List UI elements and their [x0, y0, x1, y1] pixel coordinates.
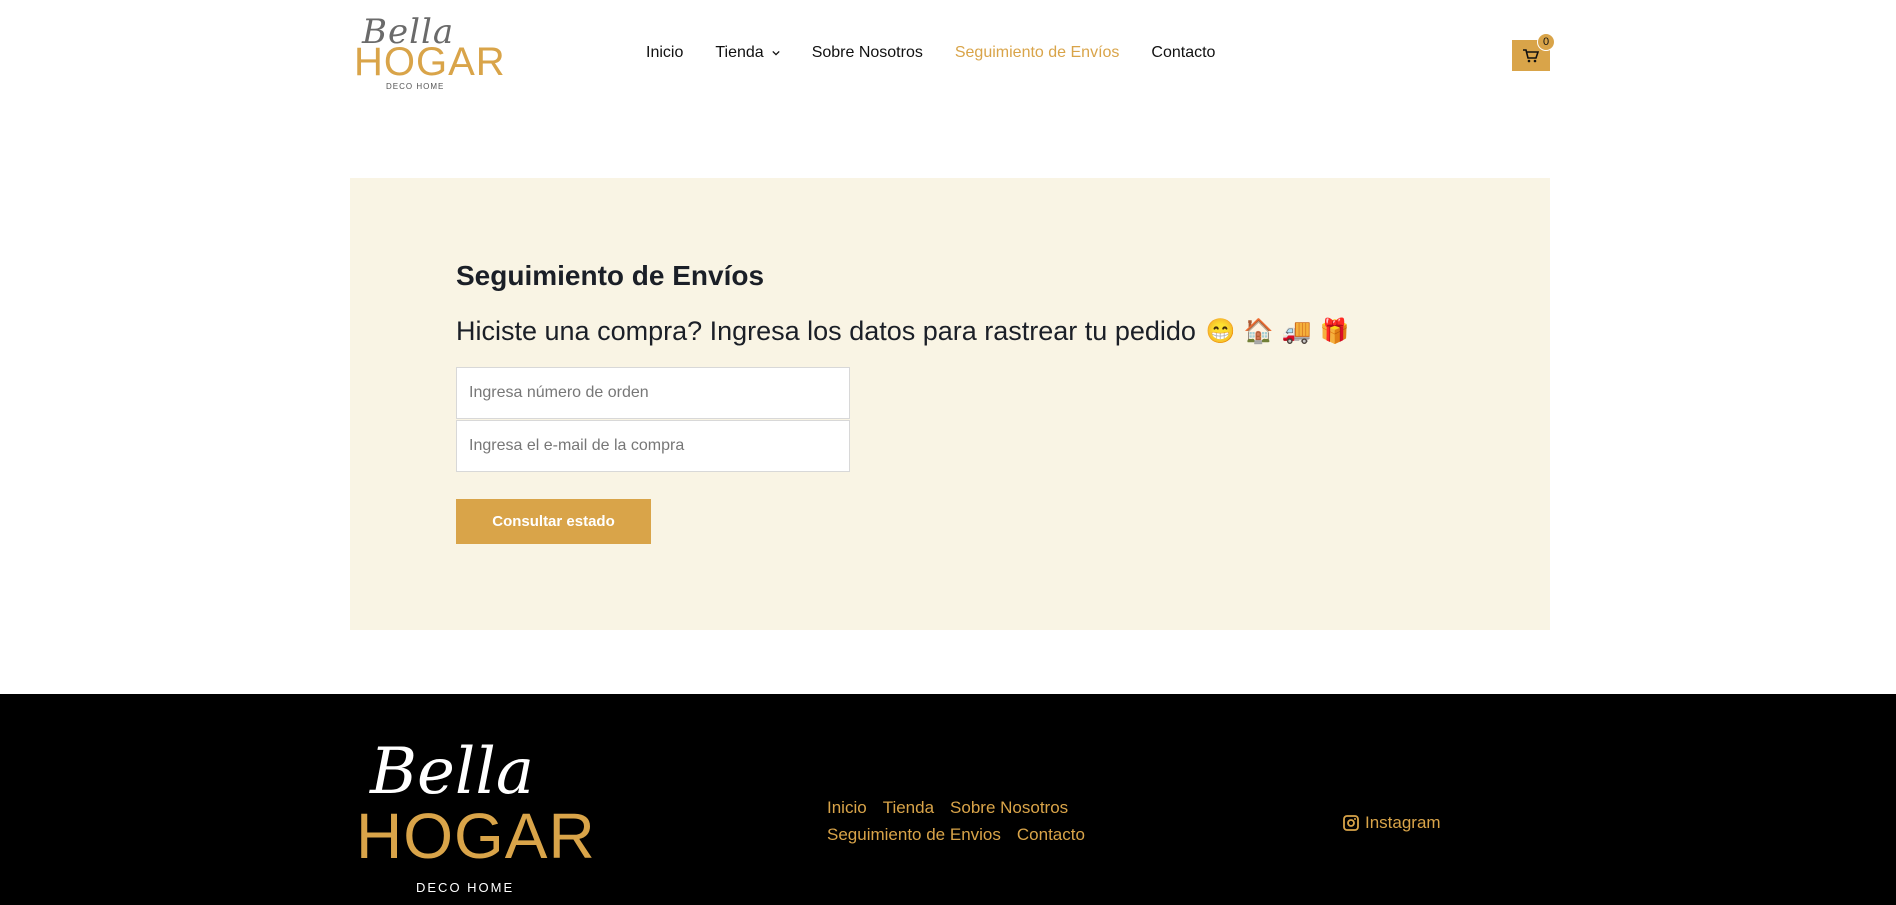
- footer-link-contacto[interactable]: Contacto: [1017, 825, 1085, 845]
- footer-link-seguimiento[interactable]: Seguimiento de Envios: [827, 825, 1001, 845]
- footer-link-sobre-nosotros[interactable]: Sobre Nosotros: [950, 798, 1068, 818]
- order-number-input[interactable]: Ingresa número de orden: [456, 367, 850, 419]
- footer-nav-row: Seguimiento de Envios Contacto: [827, 825, 1187, 845]
- emoji-group: 😁 🏠 🚚 🎁: [1206, 317, 1350, 346]
- truck-emoji-icon: 🚚: [1281, 318, 1312, 345]
- nav-inicio[interactable]: Inicio: [646, 44, 683, 62]
- instagram-label: Instagram: [1365, 813, 1441, 832]
- nav-contacto[interactable]: Contacto: [1151, 44, 1215, 62]
- chevron-down-icon: [772, 50, 780, 56]
- page-title: Seguimiento de Envíos: [456, 260, 765, 291]
- gift-emoji-icon: 🎁: [1319, 318, 1350, 345]
- footer-nav-row: Inicio Tienda Sobre Nosotros: [827, 798, 1187, 818]
- nav-tienda-label: Tienda: [715, 44, 764, 61]
- house-emoji-icon: 🏠: [1243, 318, 1274, 345]
- email-input[interactable]: Ingresa el e-mail de la compra: [456, 420, 850, 472]
- tracking-subtitle-text: Hiciste una compra? Ingresa los datos pa…: [456, 316, 1196, 346]
- logo-word: HOGAR: [354, 40, 506, 84]
- footer-link-tienda[interactable]: Tienda: [883, 798, 934, 818]
- site-header: Bella HOGAR DECO HOME Inicio Tienda Sobr…: [0, 0, 1896, 112]
- cart-icon: [1523, 48, 1539, 62]
- footer-nav: Inicio Tienda Sobre Nosotros Seguimiento…: [827, 798, 1187, 852]
- footer-link-inicio[interactable]: Inicio: [827, 798, 867, 818]
- nav-seguimiento[interactable]: Seguimiento de Envíos: [955, 44, 1120, 62]
- instagram-icon: [1343, 815, 1359, 831]
- footer-logo[interactable]: Bella HOGAR DECO HOME: [356, 740, 606, 900]
- instagram-link[interactable]: Instagram: [1343, 813, 1441, 833]
- cart-count-badge: 0: [1537, 33, 1555, 51]
- check-status-button[interactable]: Consultar estado: [456, 499, 651, 544]
- footer-logo-subtitle: DECO HOME: [416, 880, 515, 895]
- logo-subtitle: DECO HOME: [386, 82, 445, 91]
- nav-tienda[interactable]: Tienda: [715, 44, 780, 62]
- grin-emoji-icon: 😁: [1205, 318, 1236, 345]
- nav-sobre-nosotros[interactable]: Sobre Nosotros: [812, 44, 923, 62]
- footer-logo-word: HOGAR: [356, 800, 596, 872]
- brand-logo[interactable]: Bella HOGAR DECO HOME: [352, 12, 505, 94]
- main-nav: Inicio Tienda Sobre Nosotros Seguimiento…: [646, 44, 1247, 62]
- tracking-subtitle: Hiciste una compra? Ingresa los datos pa…: [456, 316, 1349, 347]
- footer-logo-script: Bella: [370, 735, 534, 809]
